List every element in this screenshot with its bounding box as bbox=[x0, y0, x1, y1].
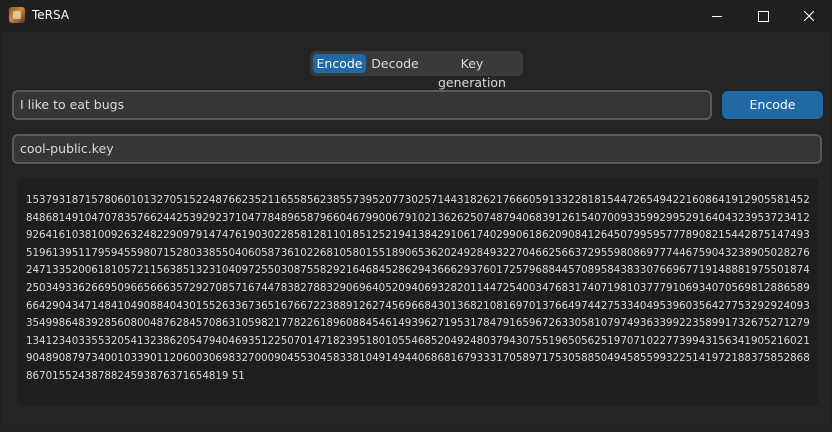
segmented-tab-bar: Encode Decode Key generation bbox=[310, 51, 523, 90]
close-button[interactable] bbox=[786, 0, 832, 32]
main-content: Encode Decode Key generation I like to e… bbox=[1, 32, 831, 431]
window-title: TeRSA bbox=[32, 8, 70, 22]
title-bar[interactable]: TeRSA bbox=[0, 0, 832, 32]
minimize-icon bbox=[712, 15, 722, 17]
encoded-output-box[interactable]: 1537931871578060101327051522487662352116… bbox=[17, 178, 818, 406]
message-input[interactable]: I like to eat bugs bbox=[12, 90, 712, 120]
minimize-button[interactable] bbox=[694, 0, 740, 32]
encode-button[interactable]: Encode bbox=[722, 91, 823, 119]
tab-key-generation[interactable]: Key generation bbox=[425, 54, 519, 90]
encoded-output-text: 1537931871578060101327051522487662352116… bbox=[26, 194, 810, 382]
maximize-button[interactable] bbox=[740, 0, 786, 32]
tab-encode[interactable]: Encode bbox=[313, 54, 366, 73]
maximize-icon bbox=[757, 10, 769, 22]
app-logo-icon bbox=[9, 7, 25, 23]
key-file-input[interactable]: cool-public.key bbox=[12, 134, 822, 164]
tab-decode[interactable]: Decode bbox=[368, 54, 422, 73]
close-icon bbox=[804, 11, 814, 21]
